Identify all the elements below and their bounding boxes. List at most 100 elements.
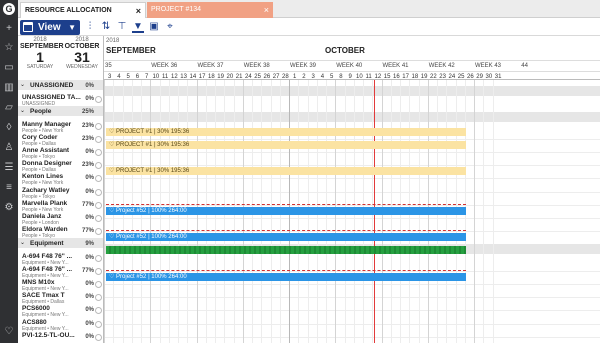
tab-project-134[interactable]: PROJECT #134 ×: [147, 2, 273, 18]
chevron-down-icon: ▼: [68, 23, 76, 32]
target-icon[interactable]: ⌖: [164, 21, 176, 33]
resource-list: ⌄ UNASSIGNED 0% UNASSIGNED TA... UNASSIGNED 0…: [18, 74, 104, 343]
start-date[interactable]: 2018 SEPTEMBER 1 SATURDAY: [20, 37, 64, 73]
toolbar: View ▼ ⫶ ⇅ ⊤ ▼ ▣ ⌖: [18, 18, 600, 36]
tab-bar: RESOURCE ALLOCATION × PROJECT #134 ×: [18, 0, 600, 18]
close-icon[interactable]: ×: [264, 2, 269, 18]
heart-icon[interactable]: ♡: [3, 326, 15, 338]
month-label: SEPTEMBER: [106, 46, 156, 55]
end-date[interactable]: 2018 OCTOBER 31 WEDNESDAY: [62, 37, 102, 73]
resource-row[interactable]: Donna Designer People • Dallas 23%: [18, 159, 103, 173]
allocation-bar[interactable]: [106, 246, 466, 255]
allocation-label: ♡ PROJECT #1 | 30% 195:36: [109, 141, 190, 148]
utilization-percent: 0%: [85, 215, 94, 221]
group-header[interactable]: ⌄ People 25%: [18, 106, 103, 117]
allocation-bar[interactable]: ♡ Project #52 | 100% 264:00: [106, 233, 466, 242]
utilization-percent: 77%: [81, 201, 94, 208]
resource-row[interactable]: SACE Tmax T Equipment • Dallas 0%: [18, 291, 103, 305]
signpost-icon[interactable]: ⊤: [116, 21, 128, 33]
resource-name: Anne Assistant: [22, 147, 70, 154]
stack-icon[interactable]: ≡: [3, 182, 15, 194]
sort-icon[interactable]: ⇅: [100, 21, 112, 33]
chevron-down-icon[interactable]: ⌄: [20, 81, 25, 88]
filter-icon[interactable]: ▼: [132, 21, 144, 33]
plus-icon[interactable]: +: [3, 23, 15, 35]
resource-row[interactable]: PVI-12.5-TL-OU... 0%: [18, 331, 103, 343]
resource-name: Marvella Plank: [22, 199, 68, 207]
utilization-percent: 23%: [81, 135, 94, 142]
app-logo-icon[interactable]: G: [3, 3, 15, 15]
resource-name: SACE Tmax T: [22, 292, 65, 300]
status-circle-icon[interactable]: [95, 135, 102, 143]
view-button[interactable]: View ▼: [20, 20, 80, 35]
close-icon[interactable]: ×: [136, 3, 141, 19]
list-icon[interactable]: ☰: [3, 162, 15, 174]
gear-icon[interactable]: ⚙: [3, 202, 15, 214]
resource-row[interactable]: A-694 F48 76" ... Equipment • New Y... 77%: [18, 265, 103, 279]
allocation-bar[interactable]: ♡ Project #52 | 100% 264:00: [106, 206, 466, 215]
resource-row[interactable]: Daniela Janz People • London 0%: [18, 212, 103, 226]
allocation-bar[interactable]: ♡ Project #52 | 100% 264:00: [106, 272, 466, 281]
status-circle-icon[interactable]: [95, 294, 102, 302]
status-circle-icon[interactable]: [95, 149, 102, 156]
tab-resource-allocation[interactable]: RESOURCE ALLOCATION ×: [20, 2, 146, 18]
status-circle-icon[interactable]: [95, 175, 102, 183]
resource-row[interactable]: Anne Assistant People • Tokyo 0%: [18, 146, 103, 160]
status-circle-icon[interactable]: [95, 122, 102, 130]
chevron-down-icon[interactable]: ⌄: [20, 107, 25, 114]
status-circle-icon[interactable]: [95, 96, 102, 104]
resource-row[interactable]: Marvella Plank People • New York 77%: [18, 199, 103, 213]
resource-name: Kenton Lines: [22, 173, 64, 181]
status-circle-icon[interactable]: [95, 228, 102, 236]
resource-row[interactable]: Eldora Warden People • Tokyo 77%: [18, 225, 103, 239]
week-label: WEEK 38: [243, 63, 270, 69]
columns-icon[interactable]: ⫶: [84, 21, 96, 33]
resource-row[interactable]: Manny Manager People • New York 23%: [18, 120, 103, 134]
group-header[interactable]: ⌄ UNASSIGNED 0%: [18, 80, 103, 90]
drop-icon[interactable]: ◊: [3, 122, 15, 134]
person-icon[interactable]: ♙: [3, 142, 15, 154]
resource-row[interactable]: UNASSIGNED TA... UNASSIGNED 0%: [18, 93, 103, 107]
status-circle-icon[interactable]: [95, 320, 102, 328]
allocation-label: ♡ Project #52 | 100% 264:00: [109, 234, 187, 241]
status-circle-icon[interactable]: [95, 333, 102, 341]
folder-icon[interactable]: ▱: [3, 102, 15, 114]
status-circle-icon[interactable]: [95, 215, 102, 222]
allocation-bar[interactable]: ♡ PROJECT #1 | 30% 195:36: [106, 167, 466, 176]
start-weekday: SATURDAY: [26, 64, 54, 70]
status-circle-icon[interactable]: [95, 254, 102, 262]
status-circle-icon[interactable]: [95, 201, 102, 209]
resource-name: A-694 F48 76" ...: [22, 252, 73, 260]
resource-row[interactable]: Cory Coder People • Dallas 23%: [18, 133, 103, 147]
chevron-down-icon[interactable]: ⌄: [20, 239, 25, 246]
chart-icon[interactable]: ▥: [3, 82, 15, 94]
week-label: WEEK 39: [290, 63, 317, 69]
week-label: 44: [521, 63, 528, 69]
status-circle-icon[interactable]: [95, 188, 102, 196]
status-circle-icon[interactable]: [95, 162, 102, 170]
utilization-percent: 25%: [81, 109, 94, 116]
month-label: OCTOBER: [325, 46, 365, 55]
utilization-percent: 23%: [81, 122, 94, 129]
document-icon[interactable]: ▭: [3, 62, 15, 74]
resource-row[interactable]: PCS6000 Equipment • New Y... 0%: [18, 304, 103, 318]
allocation-bar[interactable]: ♡ PROJECT #1 | 30% 195:36: [106, 140, 466, 149]
resource-row[interactable]: MNS M10x Equipment • New Y... 0%: [18, 278, 103, 292]
group-header[interactable]: ⌄ Equipment 9%: [18, 238, 103, 249]
resource-row[interactable]: Kenton Lines People • New York 0%: [18, 172, 103, 186]
resource-name: Manny Manager: [22, 120, 72, 128]
resource-name: UNASSIGNED: [30, 82, 74, 89]
status-circle-icon[interactable]: [95, 267, 102, 275]
status-circle-icon[interactable]: [95, 281, 102, 288]
timeline-grid: ♡ PROJECT #1 | 30% 195:36 ♡ PROJECT #1 | …: [104, 80, 600, 343]
star-icon[interactable]: ☆: [3, 42, 15, 54]
allocation-bar[interactable]: ♡ PROJECT #1 | 30% 195:36: [106, 127, 466, 136]
icon-rail: G + ☆ ▭ ▥ ▱ ◊ ♙ ☰ ≡ ⚙ ♡: [0, 0, 18, 343]
resource-row[interactable]: ACS880 Equipment • New Y... 0%: [18, 318, 103, 332]
status-circle-icon[interactable]: [95, 307, 102, 315]
resource-row[interactable]: A-694 F48 76" ... Equipment • New Y... 0%: [18, 252, 103, 266]
resource-row[interactable]: Zachary Watley People • Tokyo 0%: [18, 186, 103, 200]
image-icon[interactable]: ▣: [148, 21, 160, 33]
utilization-percent: 9%: [85, 241, 94, 248]
week-label: 35: [105, 63, 112, 69]
